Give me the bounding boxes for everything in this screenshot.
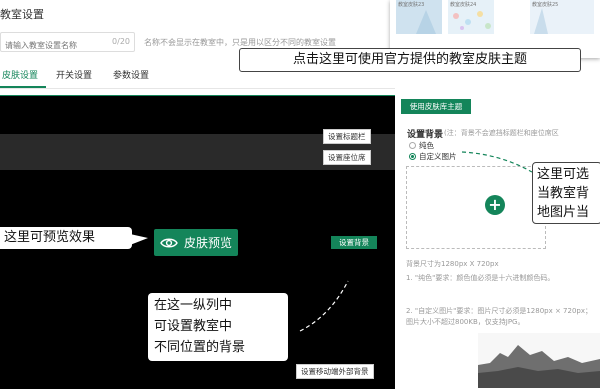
callout-skin-library: 点击这里可使用官方提供的教室皮肤主题: [239, 48, 581, 72]
set-background-button[interactable]: 设置背景: [331, 236, 377, 249]
page-title: 教室设置: [0, 8, 44, 21]
skin-thumbnail[interactable]: 教室皮肤25: [530, 0, 594, 34]
radio-circle-selected: [409, 153, 416, 160]
skin-preview-button[interactable]: 皮肤预览: [154, 229, 238, 256]
dashed-pointer: [299, 280, 349, 332]
skin-preview-label: 皮肤预览: [183, 236, 232, 250]
decorative-photo: [478, 333, 600, 388]
tab-switch-settings[interactable]: 开关设置: [56, 68, 92, 81]
radio-custom-label: 自定义图片: [419, 152, 457, 161]
set-mobile-background-button[interactable]: 设置移动端外部背景: [296, 364, 374, 379]
skin-thumbnail[interactable]: 教室皮肤24: [448, 0, 494, 34]
eye-icon: [160, 238, 178, 247]
tab-skin-settings[interactable]: 皮肤设置: [2, 68, 38, 81]
callout-pointer: [130, 234, 148, 245]
set-seats-button[interactable]: 设置座位席: [323, 150, 371, 165]
image-upload-area[interactable]: +: [406, 166, 546, 249]
setting-name-field[interactable]: 0/20: [0, 32, 135, 55]
tab-parameter-settings[interactable]: 参数设置: [113, 68, 149, 81]
active-tab-indicator: [0, 86, 46, 88]
name-hint: 名称不会显示在教室中，只是用以区分不同的教室设置: [144, 38, 336, 47]
callout-line: 这里可选: [537, 167, 590, 182]
requirement-note-image: 2. "自定义图片"要求：图片尺寸必须是1280px × 720px；图片大小不…: [406, 307, 593, 326]
callout-background-column: 在这一纵列中 可设置教室中 不同位置的背景: [148, 293, 288, 361]
landscape-image: [478, 333, 600, 388]
radio-circle: [409, 142, 416, 149]
set-titlebar-button[interactable]: 设置标题栏: [323, 129, 371, 144]
background-setting-note: (注：背景不会遮挡标题栏和座位席区: [444, 129, 559, 137]
requirement-note-solid: 1. "纯色"要求：颜色值必须是十六进制颜色码。: [406, 274, 555, 282]
skin-thumbnail-caption: 教室皮肤23: [398, 2, 425, 8]
skin-thumbnail-caption: 教室皮肤24: [450, 2, 477, 8]
callout-custom-image: 这里可选 当教室背 地图片当: [532, 162, 600, 224]
callout-line: 可设置教室中: [154, 319, 233, 334]
plus-icon[interactable]: +: [485, 195, 505, 215]
background-setting-label: 设置背景: [407, 130, 444, 140]
background-size-spec: 背景尺寸为1280px X 720px: [406, 260, 499, 268]
skin-thumbnail-caption: 教室皮肤25: [532, 2, 559, 8]
callout-preview: 这里可预览效果: [0, 227, 132, 249]
use-skin-library-button[interactable]: 使用皮肤库主题: [401, 99, 471, 114]
skin-thumbnail[interactable]: 教室皮肤23: [396, 0, 442, 34]
callout-line: 在这一纵列中: [154, 298, 233, 313]
radio-solid-color[interactable]: 纯色: [409, 140, 434, 151]
setting-name-input[interactable]: [1, 36, 105, 55]
callout-line: 当教室背: [537, 186, 590, 201]
radio-solid-label: 纯色: [419, 141, 434, 150]
callout-line: 地图片当: [537, 205, 590, 220]
callout-line: 不同位置的背景: [154, 340, 246, 355]
name-char-count: 0/20: [112, 37, 130, 46]
radio-custom-image[interactable]: 自定义图片: [409, 151, 457, 162]
